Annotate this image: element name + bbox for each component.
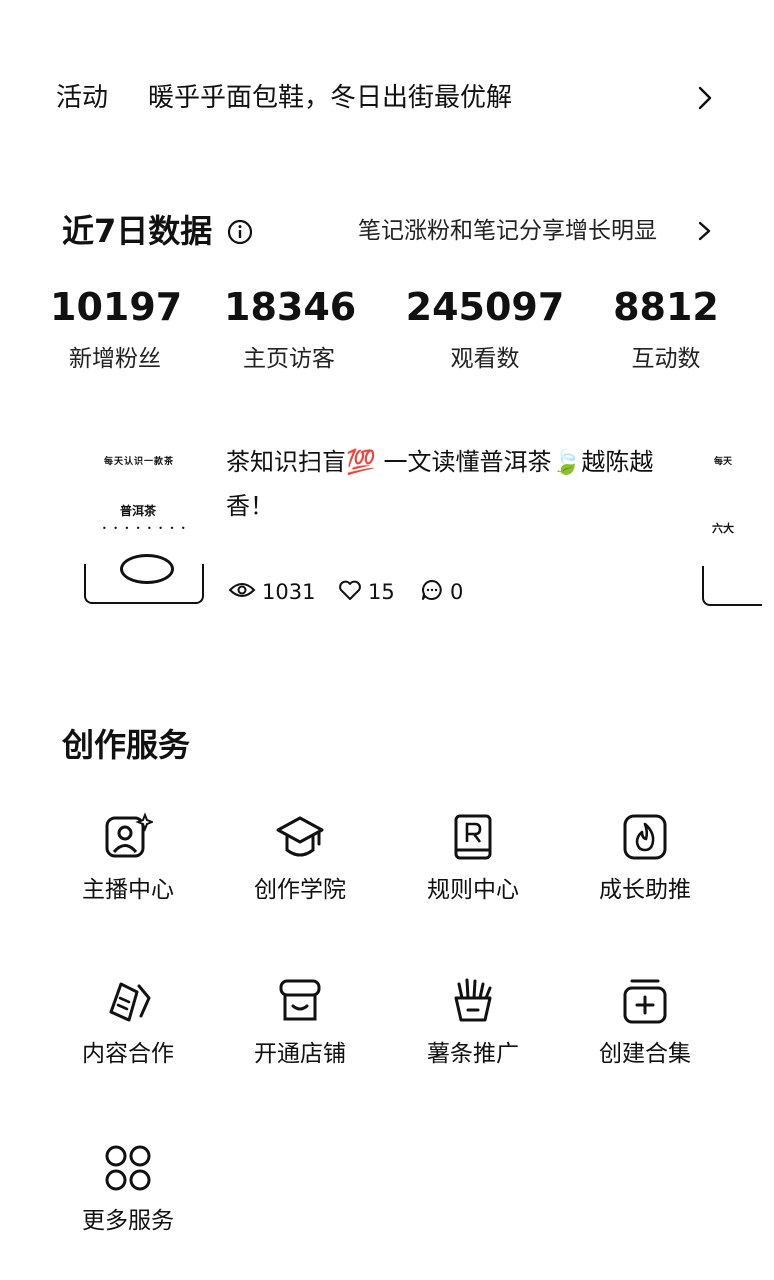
service-content-cooperation[interactable]: 内容合作 — [42, 976, 214, 1096]
activity-tag: 活动 — [56, 83, 109, 113]
flame-icon — [620, 812, 670, 862]
service-create-collection[interactable]: 创建合集 — [559, 976, 731, 1096]
services-title: 创作服务 — [62, 726, 191, 764]
service-growth-boost[interactable]: 成长助推 — [559, 812, 731, 932]
stat-interactions-label: 互动数 — [631, 346, 701, 372]
thumbnail-dots: • • • • • • • • — [102, 524, 188, 533]
views-count: 1031 — [262, 580, 316, 604]
service-fries-promotion[interactable]: 薯条推广 — [387, 976, 559, 1096]
next-thumbnail-caption: 每天 — [714, 457, 733, 467]
thumbnail-title: 普洱茶 — [120, 504, 157, 518]
eye-icon — [228, 580, 256, 604]
service-host-center[interactable]: 主播中心 — [42, 812, 214, 932]
stat-new-followers-label: 新增粉丝 — [69, 346, 161, 372]
host-center-icon — [103, 812, 153, 862]
stat-views-value[interactable]: 245097 — [405, 284, 565, 330]
comment-icon — [420, 578, 444, 606]
chevron-right-icon — [694, 78, 716, 118]
graduation-cap-icon — [275, 812, 325, 862]
data-panel-title: 近7日数据 — [62, 212, 213, 250]
fries-icon — [448, 976, 498, 1026]
next-thumbnail-title: 六大 — [712, 522, 734, 535]
note-likes: 15 — [338, 574, 395, 610]
thumbnail-caption: 每天认识一款茶 — [104, 457, 175, 467]
comments-count: 0 — [450, 580, 464, 604]
stat-profile-visitors-label: 主页访客 — [243, 346, 335, 372]
shop-icon — [275, 976, 325, 1026]
content-cooperation-icon — [103, 976, 153, 1026]
likes-count: 15 — [368, 580, 395, 604]
stat-profile-visitors-value[interactable]: 18346 — [224, 284, 356, 330]
next-note-thumbnail[interactable]: 每天 六大 — [700, 440, 774, 610]
stat-interactions-value[interactable]: 8812 — [604, 284, 728, 330]
add-collection-icon — [620, 976, 670, 1026]
teapot-image — [120, 554, 174, 584]
service-label: 创作学院 — [254, 877, 346, 903]
service-label: 创建合集 — [599, 1041, 691, 1067]
stat-views-label: 观看数 — [450, 346, 520, 372]
note-title[interactable]: 茶知识扫盲💯 一文读懂普洱茶🍃越陈越香！ — [226, 440, 656, 528]
service-label: 开通店铺 — [254, 1041, 346, 1067]
activity-banner[interactable]: 活动 暖乎乎面包鞋，冬日出街最优解 — [0, 60, 774, 136]
more-services-icon — [103, 1143, 153, 1193]
service-label: 成长助推 — [599, 877, 691, 903]
note-thumbnail[interactable]: 每天认识一款茶 普洱茶 • • • • • • • • — [82, 440, 206, 610]
service-open-shop[interactable]: 开通店铺 — [214, 976, 386, 1096]
data-growth-hint[interactable]: 笔记涨粉和笔记分享增长明显 — [358, 212, 657, 250]
chevron-right-icon[interactable] — [694, 211, 716, 251]
service-label: 主播中心 — [82, 877, 174, 903]
service-label: 更多服务 — [82, 1208, 174, 1234]
stat-new-followers-value[interactable]: 10197 — [50, 284, 182, 330]
note-views: 1031 — [228, 574, 315, 610]
next-thumbnail-tray — [702, 566, 762, 606]
service-label: 薯条推广 — [427, 1041, 519, 1067]
service-more[interactable]: 更多服务 — [42, 1143, 214, 1263]
service-rule-center[interactable]: 规则中心 — [387, 812, 559, 932]
service-label: 规则中心 — [427, 877, 519, 903]
heart-icon — [338, 579, 362, 605]
info-icon[interactable] — [227, 219, 253, 245]
service-label: 内容合作 — [82, 1041, 174, 1067]
activity-text: 暖乎乎面包鞋，冬日出街最优解 — [148, 83, 513, 113]
rule-book-icon — [448, 812, 498, 862]
service-creator-academy[interactable]: 创作学院 — [214, 812, 386, 932]
note-comments: 0 — [420, 574, 463, 610]
